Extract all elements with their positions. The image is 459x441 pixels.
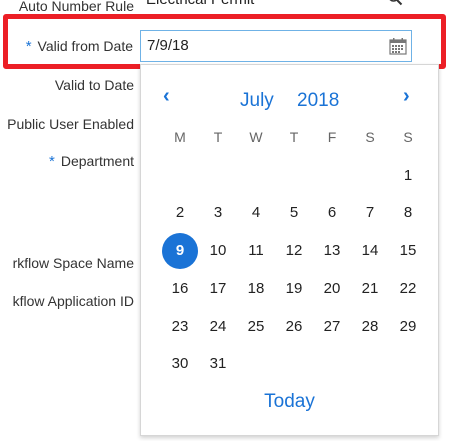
weekday-label: F	[327, 129, 337, 145]
day-cell[interactable]: 26	[276, 309, 312, 345]
day-cell[interactable]: 19	[276, 271, 312, 307]
day-cell[interactable]: 5	[276, 195, 312, 231]
day-cell[interactable]: 31	[200, 346, 236, 382]
day-cell[interactable]: 25	[238, 309, 274, 345]
day-cell[interactable]: 4	[238, 195, 274, 231]
workflow-space-name-label: rkflow Space Name	[12, 255, 134, 271]
day-cell[interactable]: 17	[200, 271, 236, 307]
today-button[interactable]: Today	[141, 391, 438, 413]
day-cell[interactable]: 24	[200, 309, 236, 345]
day-cell[interactable]: 13	[314, 233, 350, 269]
date-picker-popup: ‹ July 2018 › MTWTFSS 1 2 3 4 5 6 7 8 9 10 11 12 13 1…	[140, 64, 439, 436]
required-asterisk: *	[49, 153, 55, 170]
day-cell[interactable]: 11	[238, 233, 274, 269]
day-cell[interactable]: 12	[276, 233, 312, 269]
weekday-label: M	[174, 129, 186, 145]
department-label: * Department	[49, 153, 134, 170]
weekday-label: T	[289, 129, 299, 145]
day-cell[interactable]: 22	[390, 271, 426, 307]
day-cell[interactable]: 16	[162, 271, 198, 307]
month-label[interactable]: July	[240, 90, 274, 112]
day-cell[interactable]: 28	[352, 309, 388, 345]
workflow-application-id-label: kflow Application ID	[12, 293, 134, 309]
day-cell[interactable]: 6	[314, 195, 350, 231]
highlight-box	[3, 14, 446, 69]
day-cell[interactable]: 23	[162, 309, 198, 345]
day-cell[interactable]: 18	[238, 271, 274, 307]
day-cell[interactable]: 8	[390, 195, 426, 231]
year-label[interactable]: 2018	[297, 90, 339, 112]
day-cell[interactable]: 30	[162, 346, 198, 382]
day-cell[interactable]: 20	[314, 271, 350, 307]
day-cell[interactable]: 27	[314, 309, 350, 345]
weekday-label: S	[365, 129, 375, 145]
department-label-text: Department	[60, 153, 134, 169]
valid-to-label: Valid to Date	[54, 77, 134, 93]
auto-number-rule-label: Auto Number Rule	[18, 0, 134, 14]
search-icon[interactable]	[387, 0, 403, 10]
day-cell[interactable]: 15	[390, 233, 426, 269]
day-cell[interactable]: 7	[352, 195, 388, 231]
day-cell[interactable]: 3	[200, 195, 236, 231]
day-cell[interactable]: 14	[352, 233, 388, 269]
selected-day[interactable]: 9	[162, 233, 198, 269]
day-cell[interactable]: 29	[390, 309, 426, 345]
weekday-label: W	[249, 129, 263, 145]
day-cell[interactable]: 1	[390, 158, 426, 194]
day-cell[interactable]: 10	[200, 233, 236, 269]
weekday-label: S	[403, 129, 413, 145]
previous-month-icon[interactable]: ‹	[163, 85, 170, 108]
day-cell[interactable]: 21	[352, 271, 388, 307]
weekday-label: T	[213, 129, 223, 145]
public-user-enabled-label: Public User Enabled	[7, 116, 134, 132]
auto-number-rule-value: Electrical Permit	[146, 0, 254, 8]
day-cell[interactable]: 2	[162, 195, 198, 231]
next-month-icon[interactable]: ›	[403, 85, 410, 108]
